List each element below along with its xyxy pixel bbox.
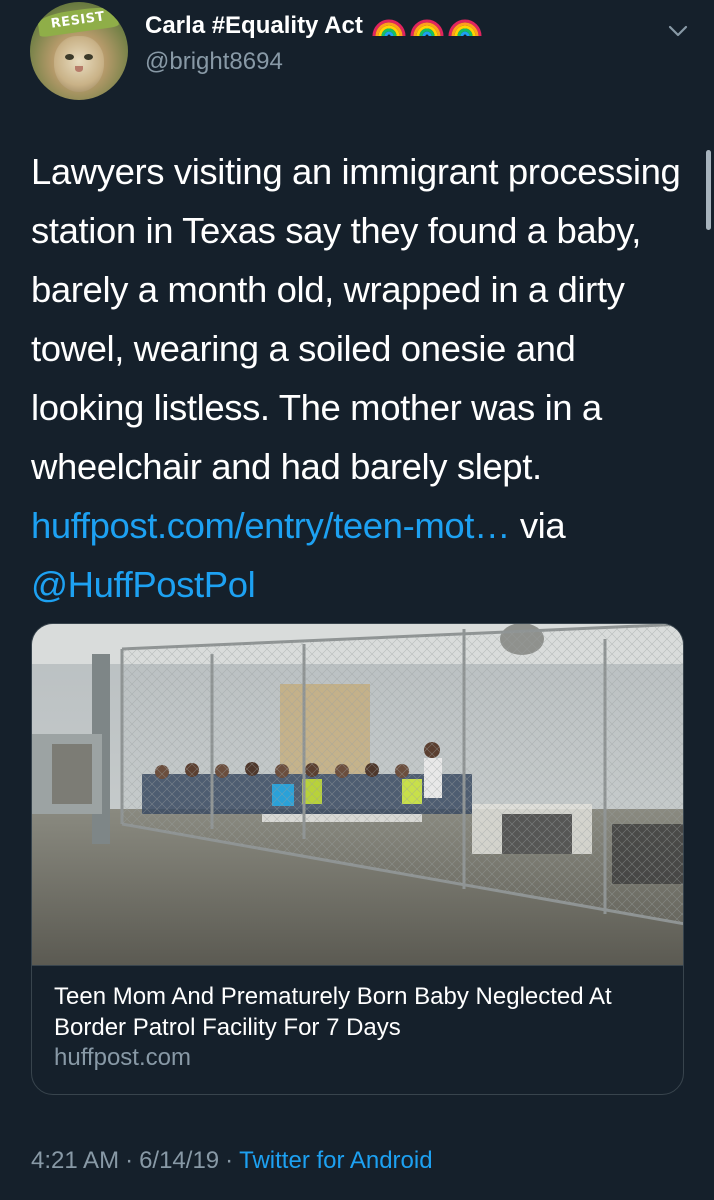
article-link[interactable]: huffpost.com/entry/teen-mot… xyxy=(31,505,510,546)
tweet-body: Lawyers visiting an immigrant processing… xyxy=(31,151,681,487)
card-domain: huffpost.com xyxy=(54,1044,191,1071)
tweet-time[interactable]: 4:21 AM xyxy=(31,1147,119,1175)
display-name[interactable]: Carla #Equality Act xyxy=(145,12,363,40)
user-handle[interactable]: @bright8694 xyxy=(145,48,283,76)
resist-badge: RESIST xyxy=(36,4,120,38)
cat-nose xyxy=(75,66,83,72)
chevron-down-icon[interactable] xyxy=(668,24,688,38)
tweet-date[interactable]: 6/14/19 xyxy=(139,1147,219,1175)
mention-link[interactable]: @HuffPostPol xyxy=(31,564,256,605)
cat-face xyxy=(54,36,104,92)
tweet-source-link[interactable]: Twitter for Android xyxy=(239,1147,432,1175)
rainbow-emoji-group xyxy=(371,15,483,37)
card-title[interactable]: Teen Mom And Prematurely Born Baby Negle… xyxy=(54,981,674,1043)
cat-eye xyxy=(65,54,74,60)
scrollbar-thumb[interactable] xyxy=(706,150,711,230)
tweet-detail: RESIST Carla #Equality Act @bright8694 L… xyxy=(0,0,714,1200)
via-text: via xyxy=(510,505,566,546)
link-preview-card[interactable]: Teen Mom And Prematurely Born Baby Negle… xyxy=(31,623,684,1095)
cat-eye xyxy=(84,54,93,60)
rainbow-icon xyxy=(372,19,406,37)
author-name-row[interactable]: Carla #Equality Act xyxy=(145,12,483,40)
rainbow-icon xyxy=(448,19,482,37)
rainbow-icon xyxy=(410,19,444,37)
card-divider xyxy=(32,965,683,966)
card-image[interactable] xyxy=(32,624,684,965)
tweet-metadata: 4:21 AM · 6/14/19 · Twitter for Android xyxy=(31,1147,433,1175)
avatar[interactable]: RESIST xyxy=(30,2,128,100)
tweet-text: Lawyers visiting an immigrant processing… xyxy=(31,142,691,614)
meta-separator: · xyxy=(125,1147,134,1174)
meta-separator: · xyxy=(225,1147,234,1174)
